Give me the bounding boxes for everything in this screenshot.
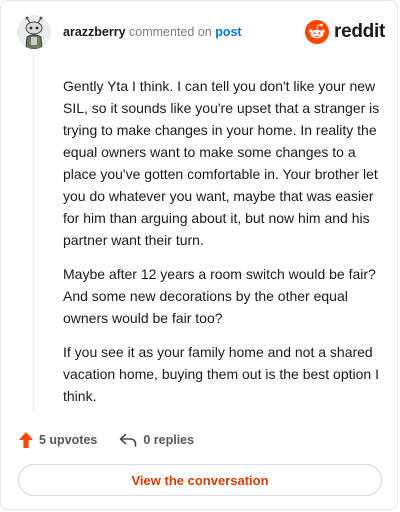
thread-line bbox=[33, 57, 34, 412]
reddit-logo-icon bbox=[305, 20, 330, 44]
upvote-count: 5 upvotes bbox=[39, 433, 98, 447]
reply-arrow-icon bbox=[120, 433, 137, 447]
comment-actions: 5 upvotes 0 replies bbox=[19, 431, 194, 449]
upvote-arrow-icon bbox=[19, 432, 33, 448]
reply-button[interactable]: 0 replies bbox=[119, 433, 194, 447]
user-avatar[interactable] bbox=[17, 15, 51, 49]
reddit-brand[interactable]: reddit bbox=[305, 19, 385, 45]
post-link[interactable]: post bbox=[215, 25, 241, 39]
view-conversation-button[interactable]: View the conversation bbox=[18, 464, 382, 496]
comment-header: arazzberry commented on post reddit bbox=[17, 15, 385, 51]
comment-embed-card: arazzberry commented on post reddit Gent… bbox=[0, 0, 398, 510]
username-link[interactable]: arazzberry bbox=[63, 25, 126, 39]
comment-paragraph: If you see it as your family home and no… bbox=[63, 344, 379, 404]
snoo-avatar-icon bbox=[17, 15, 51, 49]
comment-byline: arazzberry commented on post bbox=[63, 25, 242, 39]
comment-body: Gently Yta I think. I can tell you don't… bbox=[63, 75, 381, 419]
reply-count: 0 replies bbox=[143, 433, 195, 447]
comment-paragraph: Maybe after 12 years a room switch would… bbox=[63, 266, 376, 326]
action-text: commented on bbox=[129, 25, 212, 39]
brand-wordmark: reddit bbox=[334, 21, 385, 42]
upvote-button[interactable]: 5 upvotes bbox=[19, 432, 97, 448]
comment-paragraph: Gently Yta I think. I can tell you don't… bbox=[63, 78, 380, 248]
